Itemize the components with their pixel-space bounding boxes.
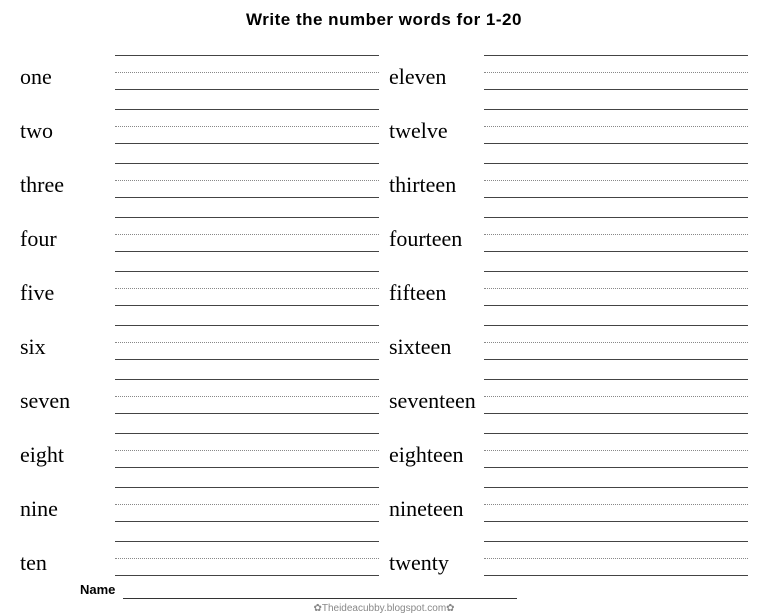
- word-row-twelve: twelve: [389, 92, 748, 144]
- write-lines-seven[interactable]: [115, 367, 379, 414]
- word-label-nine: nine: [20, 498, 115, 522]
- word-row-six: six: [20, 308, 379, 360]
- word-label-two: two: [20, 120, 115, 144]
- word-label-nineteen: nineteen: [389, 498, 484, 522]
- word-label-seventeen: seventeen: [389, 390, 484, 414]
- write-lines-seventeen[interactable]: [484, 367, 748, 414]
- write-lines-six[interactable]: [115, 313, 379, 360]
- word-row-fifteen: fifteen: [389, 254, 748, 306]
- word-label-five: five: [20, 282, 115, 306]
- write-lines-two[interactable]: [115, 97, 379, 144]
- write-lines-eighteen[interactable]: [484, 421, 748, 468]
- word-label-fourteen: fourteen: [389, 228, 484, 252]
- word-label-one: one: [20, 66, 115, 90]
- word-label-eleven: eleven: [389, 66, 484, 90]
- write-lines-ten[interactable]: [115, 529, 379, 576]
- write-lines-eight[interactable]: [115, 421, 379, 468]
- word-row-seventeen: seventeen: [389, 362, 748, 414]
- write-lines-three[interactable]: [115, 151, 379, 198]
- word-row-four: four: [20, 200, 379, 252]
- word-label-six: six: [20, 336, 115, 360]
- word-label-fifteen: fifteen: [389, 282, 484, 306]
- word-label-twelve: twelve: [389, 120, 484, 144]
- write-lines-twenty[interactable]: [484, 529, 748, 576]
- word-row-sixteen: sixteen: [389, 308, 748, 360]
- word-row-three: three: [20, 146, 379, 198]
- attribution: ✿Theideacubby.blogspot.com✿: [20, 603, 748, 614]
- word-row-nine: nine: [20, 470, 379, 522]
- right-column: eleven twelve thirteen fourteen fifteen sixte…: [389, 38, 748, 578]
- word-label-four: four: [20, 228, 115, 252]
- word-row-one: one: [20, 38, 379, 90]
- write-lines-five[interactable]: [115, 259, 379, 306]
- name-label: Name: [80, 582, 115, 599]
- word-row-five: five: [20, 254, 379, 306]
- word-row-thirteen: thirteen: [389, 146, 748, 198]
- word-row-nineteen: nineteen: [389, 470, 748, 522]
- write-lines-nineteen[interactable]: [484, 475, 748, 522]
- name-row: Name: [80, 582, 517, 599]
- name-line[interactable]: [123, 585, 516, 599]
- word-label-twenty: twenty: [389, 552, 484, 576]
- write-lines-thirteen[interactable]: [484, 151, 748, 198]
- write-lines-fourteen[interactable]: [484, 205, 748, 252]
- word-label-three: three: [20, 174, 115, 198]
- write-lines-nine[interactable]: [115, 475, 379, 522]
- write-lines-twelve[interactable]: [484, 97, 748, 144]
- word-label-sixteen: sixteen: [389, 336, 484, 360]
- word-row-ten: ten: [20, 524, 379, 576]
- word-row-eighteen: eighteen: [389, 416, 748, 468]
- write-lines-eleven[interactable]: [484, 43, 748, 90]
- write-lines-fifteen[interactable]: [484, 259, 748, 306]
- word-label-eight: eight: [20, 444, 115, 468]
- word-row-two: two: [20, 92, 379, 144]
- write-lines-sixteen[interactable]: [484, 313, 748, 360]
- write-lines-four[interactable]: [115, 205, 379, 252]
- word-row-fourteen: fourteen: [389, 200, 748, 252]
- word-label-thirteen: thirteen: [389, 174, 484, 198]
- word-row-twenty: twenty: [389, 524, 748, 576]
- word-row-eleven: eleven: [389, 38, 748, 90]
- main-content: onetwothreefourfivesixseveneightnineten …: [20, 38, 748, 578]
- word-row-eight: eight: [20, 416, 379, 468]
- word-label-ten: ten: [20, 552, 115, 576]
- page-title: Write the number words for 1-20: [246, 10, 522, 30]
- word-label-seven: seven: [20, 390, 115, 414]
- word-row-seven: seven: [20, 362, 379, 414]
- footer: Name ✿Theideacubby.blogspot.com✿: [20, 582, 748, 614]
- left-column: one two three four five six seven eight nine ten: [20, 38, 379, 578]
- word-label-eighteen: eighteen: [389, 444, 484, 468]
- write-lines-one[interactable]: [115, 43, 379, 90]
